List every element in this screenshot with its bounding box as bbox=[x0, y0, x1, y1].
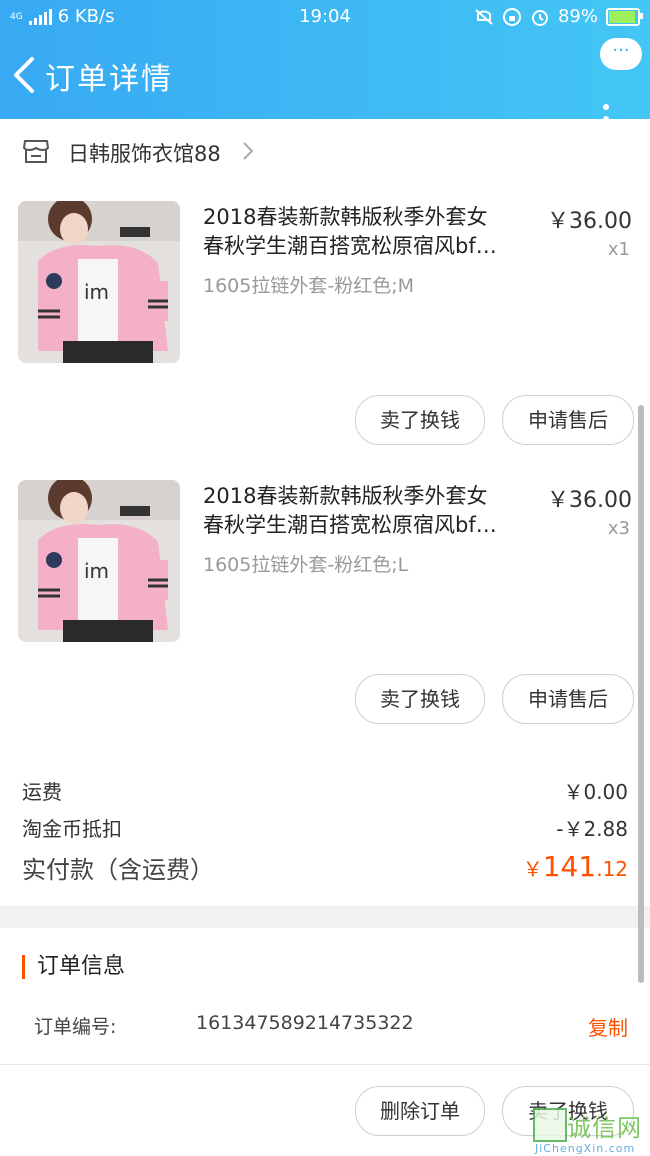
shipping-fee-row: 运费 ￥0.00 bbox=[22, 776, 628, 805]
chevron-right-icon bbox=[243, 142, 254, 160]
watermark-text: 诚信网 bbox=[567, 1114, 642, 1142]
product-image[interactable]: im bbox=[18, 480, 180, 642]
svg-text:im: im bbox=[84, 280, 109, 304]
alarm-icon bbox=[531, 9, 548, 26]
store-icon bbox=[23, 140, 49, 163]
order-number-label: 订单编号: bbox=[34, 1016, 117, 1038]
product-title[interactable]: 2018春装新款韩版秋季外套女 春秋学生潮百搭宽松原宿风bf… bbox=[203, 482, 533, 540]
resell-button[interactable]: 卖了换钱 bbox=[355, 674, 485, 724]
total-paid-row: 实付款（含运费） ￥141.12 bbox=[22, 850, 628, 885]
total-paid-label: 实付款（含运费） bbox=[22, 856, 214, 884]
watermark-logo: 诚信网 JiChengXin.com bbox=[533, 1104, 650, 1155]
resell-button[interactable]: 卖了换钱 bbox=[355, 395, 485, 445]
more-button[interactable]: ··· bbox=[600, 38, 642, 70]
product-price: ￥36.00 bbox=[547, 209, 632, 234]
total-decimal: .12 bbox=[596, 857, 628, 881]
svg-text:im: im bbox=[84, 559, 109, 583]
product-title-line2: 春秋学生潮百搭宽松原宿风bf… bbox=[203, 513, 497, 537]
shipping-fee-value: ￥0.00 bbox=[563, 780, 628, 804]
watermark-icon bbox=[533, 1108, 567, 1142]
shop-name[interactable]: 日韩服饰衣馆88 bbox=[68, 138, 221, 168]
order-number-value: 161347589214735322 bbox=[196, 1012, 414, 1034]
product-title[interactable]: 2018春装新款韩版秋季外套女 春秋学生潮百搭宽松原宿风bf… bbox=[203, 203, 533, 261]
total-paid-amount: ￥141.12 bbox=[523, 850, 628, 883]
order-item[interactable]: im 2018春装新款韩版秋季外套女 春秋学生潮百搭宽松原宿风bf… ￥36.0… bbox=[0, 201, 650, 451]
mute-icon bbox=[475, 8, 493, 25]
after-sales-button[interactable]: 申请售后 bbox=[502, 674, 634, 724]
product-image[interactable]: im bbox=[18, 201, 180, 363]
total-integer: 141 bbox=[542, 850, 597, 883]
copy-button[interactable]: 复制 bbox=[588, 1012, 628, 1041]
watermark-subtext: JiChengXin.com bbox=[535, 1142, 636, 1155]
title-bar: 订单详情 ··· bbox=[0, 34, 650, 134]
battery-icon bbox=[606, 7, 643, 26]
lock-rotation-icon bbox=[502, 7, 521, 26]
product-sku: 1605拉链外套-粉红色;M bbox=[203, 275, 415, 297]
product-price: ￥36.00 bbox=[547, 488, 632, 513]
product-title-line1: 2018春装新款韩版秋季外套女 bbox=[203, 484, 488, 508]
product-sku: 1605拉链外套-粉红色;L bbox=[203, 554, 409, 576]
shipping-fee-label: 运费 bbox=[22, 780, 62, 804]
battery-percent: 89% bbox=[557, 6, 598, 27]
section-divider bbox=[0, 906, 650, 928]
after-sales-button[interactable]: 申请售后 bbox=[502, 395, 634, 445]
delete-order-button[interactable]: 删除订单 bbox=[355, 1086, 485, 1136]
page-title: 订单详情 bbox=[45, 62, 173, 97]
chevron-left-icon[interactable] bbox=[10, 56, 40, 94]
coin-discount-row: 淘金币抵扣 -￥2.88 bbox=[22, 813, 628, 842]
total-currency: ￥ bbox=[522, 857, 543, 881]
product-quantity: x1 bbox=[607, 239, 630, 260]
product-title-line1: 2018春装新款韩版秋季外套女 bbox=[203, 205, 488, 229]
coin-discount-value: -￥2.88 bbox=[556, 817, 628, 841]
coin-discount-label: 淘金币抵扣 bbox=[22, 817, 122, 841]
order-item[interactable]: im 2018春装新款韩版秋季外套女 春秋学生潮百搭宽松原宿风bf… ￥36.0… bbox=[0, 480, 650, 730]
status-bar: 4G 6 KB/s 19:04 89% bbox=[0, 0, 650, 34]
product-title-line2: 春秋学生潮百搭宽松原宿风bf… bbox=[203, 234, 497, 258]
shop-row[interactable]: 日韩服饰衣馆88 bbox=[0, 120, 650, 182]
product-quantity: x3 bbox=[607, 518, 630, 539]
order-info-title: 订单信息 bbox=[22, 955, 125, 979]
scrollbar[interactable] bbox=[638, 405, 644, 983]
